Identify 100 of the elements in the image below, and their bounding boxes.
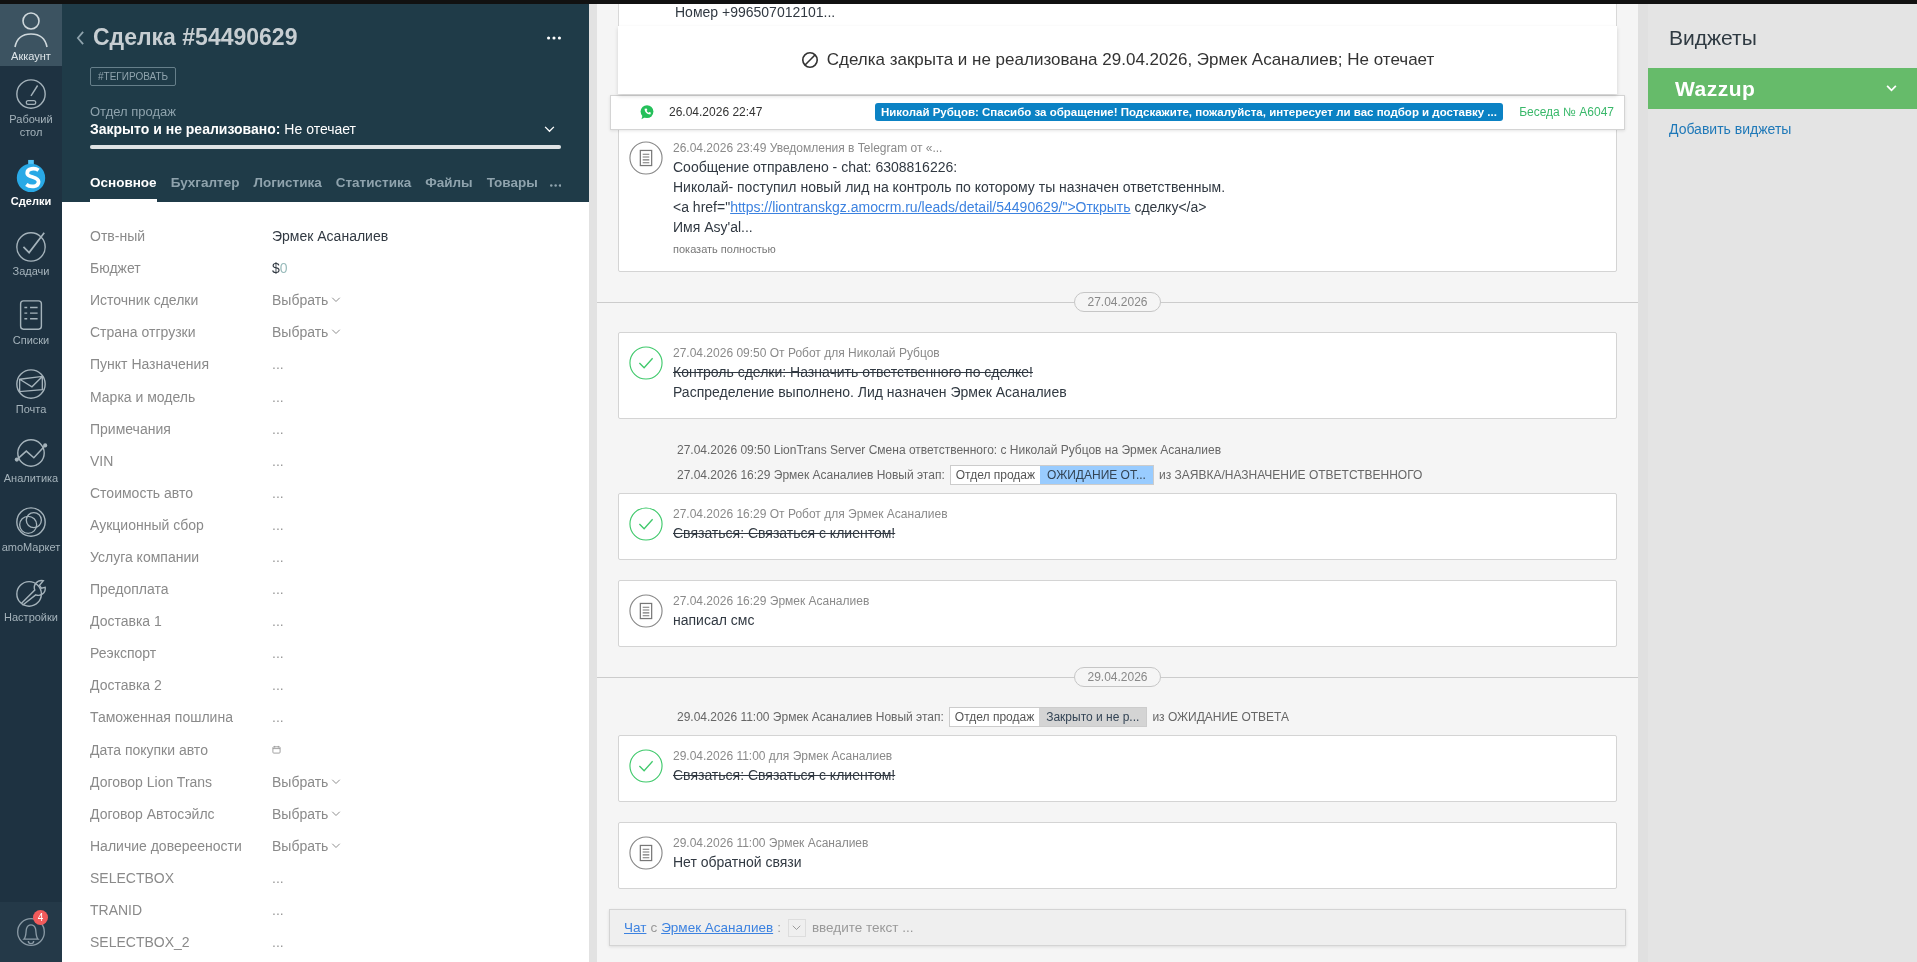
field-label: Стоимость авто [90,484,194,501]
nav-item[interactable]: Настройки [0,563,62,633]
empty-field-value[interactable]: ... [272,549,284,565]
empty-field-value[interactable]: ... [272,934,284,951]
field-label: Договор Lion Trans [90,773,214,790]
pipeline-chip: Отдел продаж [949,708,1040,726]
select-dropdown[interactable]: Выбрать [272,324,342,341]
widget-bar[interactable]: Wazzup [1648,68,1917,109]
note-meta: 27.04.2026 16:29 Эрмек Асаналиев [673,594,870,608]
event-text: 27.04.2026 09:50 LionTrans Server Смена ответственного: с Николай Рубцов на Эрмек Асаналиев [677,443,1222,457]
tag-button[interactable]: #ТЕГИРОВАТЬ [90,67,177,86]
nav-item[interactable]: Сделки [0,148,62,218]
field-label: Источник сделки [90,292,200,309]
select-dropdown[interactable]: Выбрать [272,837,342,854]
nav-item[interactable]: Рабочий стол [0,66,62,149]
field-label: Договор Автосэйлс [90,805,216,822]
task-text: Распределение выполнено. Лид назначен Эрмек Асаналиев [673,383,1067,402]
chat-link[interactable]: Чат [624,920,647,935]
tab[interactable]: Логистика [253,169,322,202]
chat-message-row[interactable]: 26.04.2026 22:47 Николай Рубцов: Спасибо за обращение! Подскажите, пожалуйста, интересует ли вас подбор и доставку ... Беседа № A6047 [610,94,1625,130]
nav-item[interactable]: Списки [0,286,62,356]
task-text: Связаться: Связаться с клиентом! [673,766,896,785]
note-text: Номер +996507012101... [675,4,836,20]
empty-field-value[interactable]: ... [272,677,284,694]
field-label: Доставка 2 [90,677,163,694]
field-label: Доставка 1 [90,613,163,630]
task-meta: 27.04.2026 16:29 От Робот для Эрмек Асаналиев [673,507,948,521]
empty-field-value[interactable]: ... [272,613,284,630]
message-input[interactable]: введите текст ... [809,919,1611,936]
empty-field-value[interactable]: ... [272,420,284,437]
banner-text: Сделка закрыта и не реализована 29.04.2026, Эрмек Асаналиев; Не отечает [826,50,1435,70]
conversation-link[interactable]: Беседа № A6047 [1519,105,1614,120]
empty-field-value[interactable]: ... [272,452,284,469]
field-label: TRANID [90,902,144,918]
lead-title: Сделка #54490629 [93,24,299,51]
field-label: Марка и модель [90,388,197,405]
date-divider: 29.04.2026 [1074,667,1161,687]
event-text: 27.04.2026 16:29 Эрмек Асаналиев Новый этап: [677,468,945,482]
empty-field-value[interactable]: ... [272,645,284,662]
field-label: VIN [90,452,115,469]
notifications-button[interactable]: 4 [0,902,62,962]
select-dropdown[interactable]: Выбрать [272,805,342,822]
composer-text: : [777,920,781,935]
note-text: написал смс [673,611,756,630]
widgets-title: Виджеты [1669,26,1758,50]
empty-field-value[interactable]: ... [272,388,284,405]
field-label: Страна отгрузки [90,324,197,341]
tab[interactable]: Основное [90,169,157,202]
field-label: Примечания [90,420,172,437]
tab[interactable]: Товары [486,169,538,202]
field-label: Бюджет [90,260,142,277]
lead-link[interactable]: https://liontranskgz.amocrm.ru/leads/detail/54490629/">Открыть [730,199,1131,215]
tab[interactable]: Статистика [335,169,412,202]
account-button[interactable]: Аккаунт [0,4,62,66]
pipeline-chip: Отдел продаж [950,466,1041,484]
tab[interactable]: Бухгалтер [170,169,240,202]
field-label: SELECTBOX_2 [90,934,191,951]
field-label: SELECTBOX [90,869,176,886]
status-dropdown[interactable]: Закрыто и не реализовано: Не отечает [90,121,561,137]
field-value[interactable]: Эрмек Асаналиев [272,228,389,245]
nav-item[interactable]: Аналитика [0,425,62,495]
field-label: Аукционный сбор [90,516,205,533]
empty-field-value[interactable]: ... [272,709,284,726]
empty-field-value[interactable]: ... [272,516,284,533]
empty-field-value[interactable]: ... [272,902,284,918]
show-full-link[interactable]: показать полностью [673,243,1226,255]
field-label: Наличие довереености [90,837,243,854]
field-label: Пункт Назначения [90,356,210,373]
empty-field-value[interactable]: ... [272,356,284,373]
field-label: Реэкспорт [90,645,158,662]
select-dropdown[interactable]: Выбрать [272,773,342,790]
chat-composer[interactable]: Чат с Эрмек Асаналиев : введите текст ... [609,909,1626,946]
event-text: из ОЖИДАНИЕ ОТВЕТА [1152,710,1290,724]
note-meta: 26.04.2026 23:49 Уведомления в Telegram от «... [673,141,944,155]
field-label: Предоплата [90,581,170,598]
nav-item[interactable]: amoМаркет [0,494,62,564]
budget-field[interactable]: $0 [272,260,288,277]
task-text: Контроль сделки: Назначить ответственного по сделке! [673,363,1034,382]
notification-count-badge: 4 [33,910,48,925]
add-widgets-link[interactable]: Добавить виджеты [1669,121,1917,137]
contact-link[interactable]: Эрмек Асаналиев [661,920,774,935]
field-label: Дата покупки авто [90,741,209,758]
date-divider: 27.04.2026 [1074,292,1161,312]
empty-field-value[interactable]: ... [272,581,284,598]
tab[interactable]: Файлы [425,169,473,202]
nav-item[interactable]: Задачи [0,217,62,287]
field-label: Таможенная пошлина [90,709,234,726]
event-text: из ЗАЯВКА/НАЗНАЧЕНИЕ ОТВЕТСТВЕННОГО [1158,468,1423,482]
note-text: Имя Asy'al... [673,218,754,237]
message-time: 26.04.2026 22:47 [669,105,764,120]
event-text: 29.04.2026 11:00 Эрмек Асаналиев Новый этап: [677,710,944,724]
message-preview: Николай Рубцов: Спасибо за обращение! Подскажите, пожалуйста, интересует ли вас подбор и доставку ... [875,103,1503,122]
select-dropdown[interactable]: Выбрать [272,292,342,309]
note-text: Нет обратной связи [673,853,803,872]
note-text: Сообщение отправлено - chat: 6308816226: [673,158,959,177]
field-label: Отв-ный [90,228,146,245]
stage-chip: Закрыто и не р... [1039,708,1147,726]
nav-item[interactable]: Почта [0,355,62,426]
empty-field-value[interactable]: ... [272,484,284,501]
empty-field-value[interactable]: ... [272,869,284,886]
